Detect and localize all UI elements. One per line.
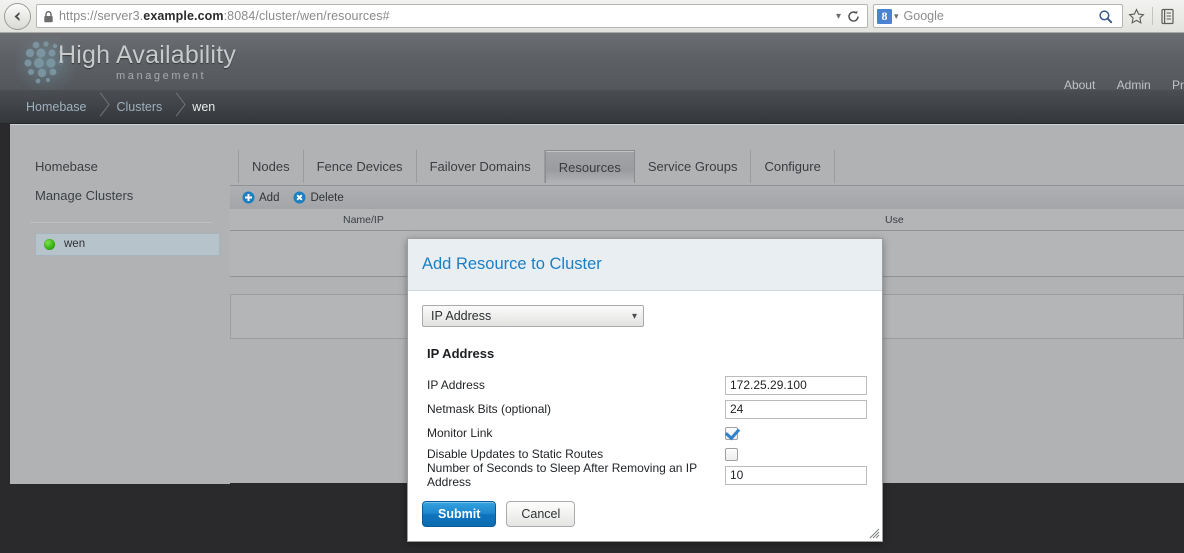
ip-address-input[interactable]: 172.25.29.100 <box>725 375 867 395</box>
address-bar-url: https://server3.example.com:8084/cluster… <box>59 9 390 23</box>
breadcrumb-separator-icon <box>166 90 188 124</box>
tab-label: Resources <box>558 159 621 175</box>
field-label-sleep-seconds: Number of Seconds to Sleep After Removin… <box>427 461 697 489</box>
field-label-ip-address: IP Address <box>427 378 485 392</box>
form-row-sleep-seconds: Number of Seconds to Sleep After Removin… <box>422 461 868 489</box>
netmask-bits-input[interactable]: 24 <box>725 399 867 419</box>
table-header: Name/IP Use <box>230 209 1184 231</box>
status-dot-icon <box>44 239 55 250</box>
submit-button[interactable]: Submit <box>422 501 497 527</box>
tab-failover-domains[interactable]: Failover Domains <box>417 150 545 183</box>
resize-grip-icon[interactable] <box>867 526 880 539</box>
tab-label: Configure <box>764 159 821 174</box>
back-arrow-icon <box>10 9 25 24</box>
google-logo-icon: 8 <box>877 8 892 24</box>
resource-form: IP Address 172.25.29.100 Netmask Bits (o… <box>422 375 868 489</box>
reload-icon[interactable] <box>847 10 864 23</box>
chevron-down-icon: ▾ <box>631 310 637 322</box>
field-label-monitor-link: Monitor Link <box>427 426 493 440</box>
tab-nodes[interactable]: Nodes <box>238 150 304 183</box>
back-button[interactable] <box>4 2 31 30</box>
sidebar-item-homebase[interactable]: Homebase <box>10 152 230 181</box>
resource-type-select[interactable]: IP Address ▾ <box>422 305 644 327</box>
sidebar: Homebase Manage Clusters wen <box>10 125 230 484</box>
dialog-title: Add Resource to Cluster <box>422 255 602 273</box>
header-link-preferences[interactable]: Pr <box>1172 78 1184 90</box>
dialog-header: Add Resource to Cluster <box>408 239 882 291</box>
field-label-disable-updates: Disable Updates to Static Routes <box>427 447 604 461</box>
sidebar-item-manage-clusters[interactable]: Manage Clusters <box>10 181 230 210</box>
tab-bar: Nodes Fence Devices Failover Domains Res… <box>238 150 1184 183</box>
sleep-seconds-input[interactable]: 10 <box>725 465 867 485</box>
column-header-name-ip: Name/IP <box>343 214 384 226</box>
app-header: High Availability management About Admin… <box>0 33 1184 90</box>
chevron-down-icon[interactable]: ▾ <box>832 11 847 22</box>
tab-label: Service Groups <box>647 159 738 174</box>
tab-fence-devices[interactable]: Fence Devices <box>304 150 417 183</box>
padlock-icon <box>43 10 54 23</box>
header-link-about[interactable]: About <box>1064 78 1095 90</box>
star-icon[interactable] <box>1123 7 1150 25</box>
add-button[interactable]: Add <box>242 191 279 204</box>
breadcrumb-bar: Homebase Clusters wen <box>0 90 1184 124</box>
form-row-ip-address: IP Address 172.25.29.100 <box>422 375 868 395</box>
delete-button-label: Delete <box>310 191 344 204</box>
breadcrumb-item-clusters[interactable]: Clusters <box>112 100 166 114</box>
page-title: High Availability <box>58 41 237 69</box>
cancel-button[interactable]: Cancel <box>506 501 576 527</box>
resource-type-value: IP Address <box>431 309 492 323</box>
breadcrumb-item-homebase[interactable]: Homebase <box>22 100 90 114</box>
monitor-link-checkbox[interactable] <box>725 426 738 440</box>
form-row-monitor-link: Monitor Link <box>422 423 868 443</box>
form-row-netmask-bits: Netmask Bits (optional) 24 <box>422 399 868 419</box>
add-resource-dialog: Add Resource to Cluster IP Address ▾ IP … <box>407 238 883 542</box>
section-title: IP Address <box>427 346 495 361</box>
add-button-label: Add <box>259 191 280 204</box>
breadcrumb: Homebase Clusters wen <box>22 90 219 124</box>
column-header-use: Use <box>885 214 904 226</box>
address-bar[interactable]: https://server3.example.com:8084/cluster… <box>36 4 868 28</box>
search-bar[interactable]: 8 ▾ Google <box>873 4 1123 28</box>
reading-list-icon[interactable] <box>1155 8 1180 25</box>
dialog-footer: Submit Cancel <box>408 487 882 541</box>
page-subtitle: management <box>116 70 207 82</box>
chevron-down-icon[interactable]: ▾ <box>892 11 904 22</box>
toolbar-divider <box>1152 7 1153 25</box>
tab-service-groups[interactable]: Service Groups <box>635 150 752 183</box>
tab-label: Fence Devices <box>316 159 403 174</box>
disable-updates-checkbox[interactable] <box>725 447 738 461</box>
tab-resources[interactable]: Resources <box>544 150 635 183</box>
header-link-admin[interactable]: Admin <box>1117 78 1151 90</box>
dialog-body: IP Address ▾ IP Address IP Address 172.2… <box>408 291 882 489</box>
action-toolbar: Add Delete <box>230 185 1184 209</box>
tab-label: Failover Domains <box>429 159 531 174</box>
plus-circle-icon <box>242 191 255 204</box>
search-input[interactable]: Google <box>904 9 1093 23</box>
search-icon[interactable] <box>1093 9 1118 24</box>
tab-label: Nodes <box>252 159 290 174</box>
browser-toolbar: https://server3.example.com:8084/cluster… <box>0 0 1184 33</box>
sidebar-item-cluster-wen[interactable]: wen <box>35 233 220 256</box>
sidebar-cluster-label: wen <box>64 238 86 250</box>
x-circle-icon <box>293 191 306 204</box>
delete-button[interactable]: Delete <box>293 191 344 204</box>
sidebar-divider <box>30 222 212 223</box>
breadcrumb-separator-icon <box>90 90 112 124</box>
breadcrumb-item-wen[interactable]: wen <box>188 100 219 114</box>
field-label-netmask-bits: Netmask Bits (optional) <box>427 402 552 416</box>
header-nav: About Admin Pr <box>1046 78 1184 90</box>
tab-configure[interactable]: Configure <box>751 150 835 183</box>
